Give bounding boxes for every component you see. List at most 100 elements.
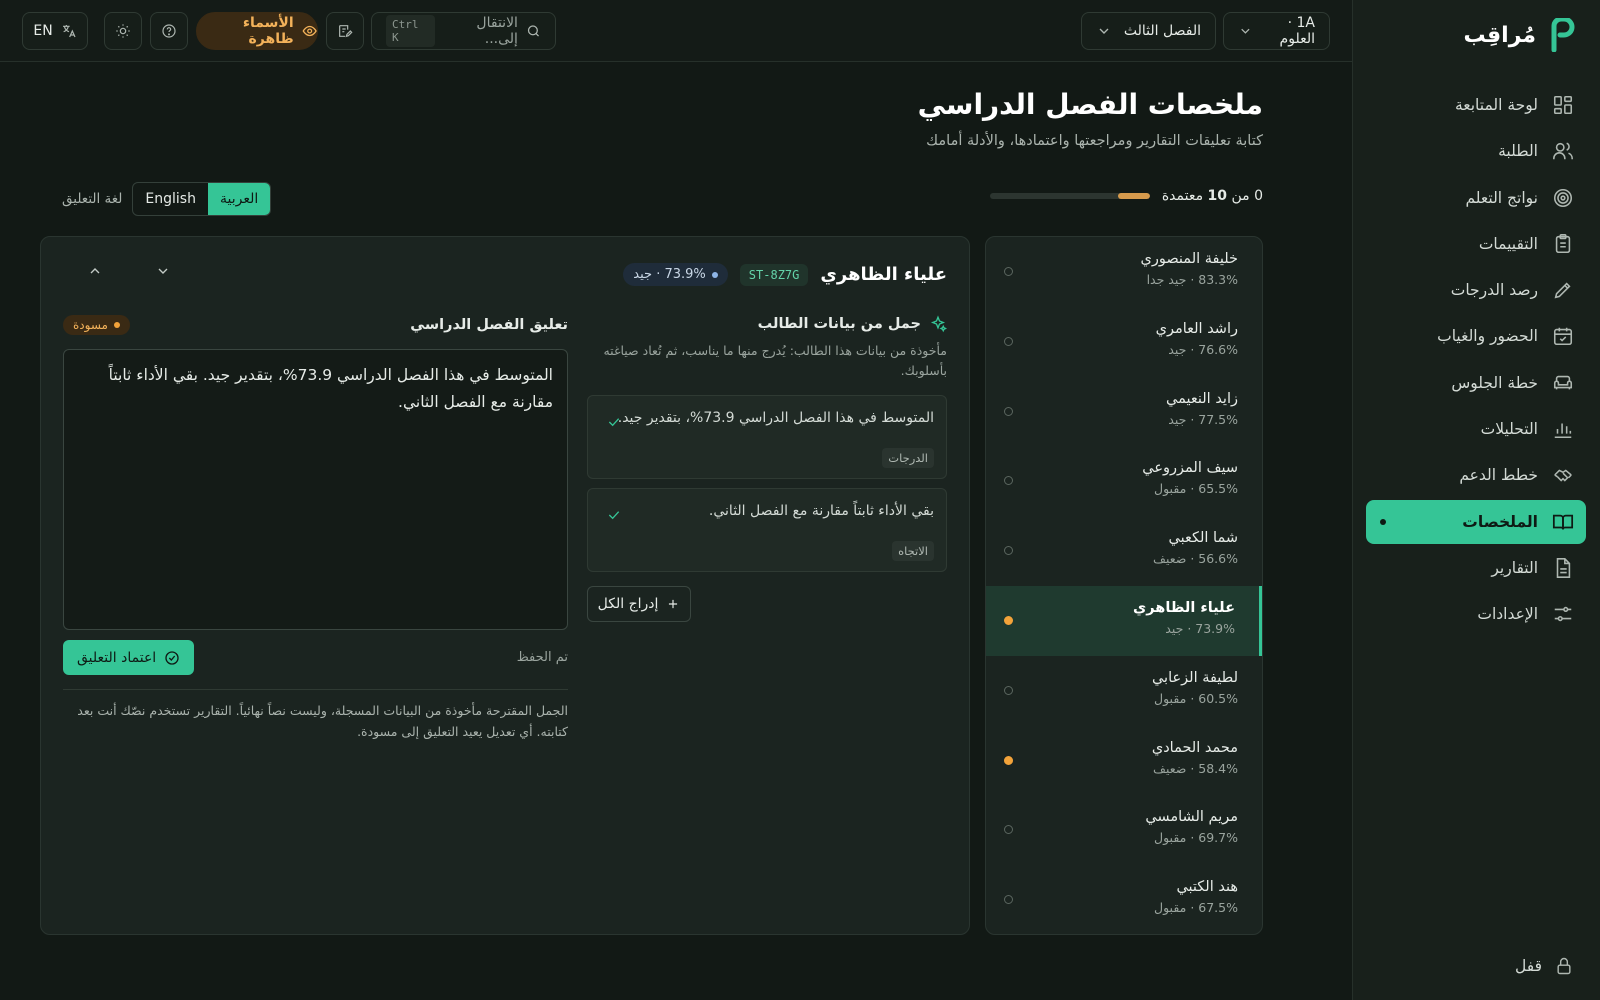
help-button[interactable] xyxy=(150,12,188,50)
student-list-item-active[interactable]: علياء الظاهري 73.9% · جيد xyxy=(986,585,1262,656)
class-select[interactable]: 1A · العلوم xyxy=(1223,12,1330,50)
chevron-down-icon[interactable] xyxy=(155,263,171,279)
bar-chart-icon xyxy=(1554,423,1572,439)
insert-all-label: إدراج الكل xyxy=(597,596,659,612)
check-icon xyxy=(608,511,620,520)
plus-icon xyxy=(669,599,678,609)
grade-dot xyxy=(711,271,718,278)
sidebar-nav: لوحة المتابعة الطلبة نواتج التعلم التقيي… xyxy=(1366,83,1586,639)
check-icon xyxy=(608,418,620,427)
sparkles-icon xyxy=(930,315,947,333)
grade-badge-text: 73.9% · جيد xyxy=(633,267,706,282)
student-name: خليفة المنصوري xyxy=(1140,251,1238,267)
status-dot xyxy=(1004,685,1013,695)
sidebar-item-seating[interactable]: خطة الجلوس xyxy=(1366,361,1586,405)
sidebar-item-reports[interactable]: التقارير xyxy=(1366,546,1586,590)
comment-header: تعليق الفصل الدراسي مسودة xyxy=(63,315,568,335)
language-switch-button[interactable]: EN xyxy=(22,12,88,50)
student-list-item[interactable]: مريم الشامسي 69.7% · مقبول xyxy=(986,795,1262,865)
sidebar-item-label: خطة الجلوس xyxy=(1451,373,1538,392)
suggestions-title: جمل من بيانات الطالب xyxy=(587,315,947,333)
comment-language-control: لغة التعليق English العربية xyxy=(62,182,272,216)
approval-progress-text: 0 من 10 معتمدة xyxy=(1161,188,1263,204)
lock-button[interactable]: قفل xyxy=(1515,956,1574,976)
sidebar-item-settings[interactable]: الإعدادات xyxy=(1366,592,1586,636)
approve-comment-button[interactable]: اعتماد التعليق xyxy=(63,640,195,675)
sidebar-item-dashboard[interactable]: لوحة المتابعة xyxy=(1366,83,1586,127)
app-name: مُراقِب xyxy=(1463,22,1536,48)
draft-dot xyxy=(113,322,120,328)
student-meta: 73.9% · جيد xyxy=(1165,620,1235,636)
sidebar-item-label: التقييمات xyxy=(1478,234,1538,253)
student-list-item[interactable]: راشد العامري 76.6% · جيد xyxy=(986,307,1262,377)
search-shortcut: Ctrl K xyxy=(386,15,436,47)
quick-note-button[interactable] xyxy=(326,12,364,50)
search-input[interactable]: الانتقال إلى... Ctrl K xyxy=(371,12,556,50)
pencil-icon xyxy=(1554,282,1571,299)
sofa-icon xyxy=(1553,375,1573,390)
student-list-item[interactable]: لطيفة الزعابي 60.5% · مقبول xyxy=(986,656,1262,726)
class-select-value: 1A · العلوم xyxy=(1279,15,1315,47)
language-option-arabic[interactable]: العربية xyxy=(207,183,271,215)
student-name: هند الكتبي xyxy=(1176,879,1238,896)
sidebar-item-label: لوحة المتابعة xyxy=(1454,96,1538,114)
sidebar-item-grades[interactable]: رصد الدرجات xyxy=(1366,268,1586,312)
sidebar-item-attendance[interactable]: الحضور والغياب xyxy=(1366,314,1586,358)
sidebar-item-analytics[interactable]: التحليلات xyxy=(1366,407,1586,451)
student-name: راشد العامري xyxy=(1155,320,1238,337)
page-title: ملخصات الفصل الدراسي xyxy=(917,88,1263,121)
status-dot xyxy=(1004,336,1013,346)
status-badge: مسودة xyxy=(63,315,130,335)
sidebar-item-label: الحضور والغياب xyxy=(1437,327,1538,346)
sidebar-item-support[interactable]: خطط الدعم xyxy=(1366,453,1586,497)
student-list: خليفة المنصوري 83.3% · جيد جدا راشد العا… xyxy=(985,236,1263,935)
sidebar-item-assessments[interactable]: التقييمات xyxy=(1366,222,1586,266)
status-dot xyxy=(1004,406,1013,416)
student-list-item[interactable]: هند الكتبي 67.5% · مقبول xyxy=(986,865,1262,934)
approval-progress: 0 من 10 معتمدة xyxy=(989,188,1263,204)
calendar-check-icon xyxy=(1553,328,1573,346)
approval-progress-fill xyxy=(1117,193,1150,199)
lock-label: قفل xyxy=(1515,957,1542,975)
student-meta: 83.3% · جيد جدا xyxy=(1146,272,1238,287)
dashboard-icon xyxy=(1553,95,1573,115)
student-list-item[interactable]: شما الكعبي 56.6% · ضعيف xyxy=(986,516,1262,586)
student-list-item[interactable]: خليفة المنصوري 83.3% · جيد جدا xyxy=(986,237,1262,307)
names-visible-toggle[interactable]: الأسماء ظاهرة xyxy=(196,12,318,50)
search-icon xyxy=(527,25,539,37)
student-list-item[interactable]: زايد النعيمي 77.5% · جيد xyxy=(986,377,1262,447)
student-meta: 60.5% · مقبول xyxy=(1154,690,1238,706)
status-dot-draft xyxy=(1004,755,1013,765)
comment-language-label: لغة التعليق xyxy=(62,191,123,207)
student-name: مريم الشامسي xyxy=(1145,809,1238,826)
comment-textarea[interactable]: المتوسط في هذا الفصل الدراسي 73.9%، بتقد… xyxy=(63,349,568,630)
insert-all-button[interactable]: إدراج الكل xyxy=(587,586,691,622)
term-select-value: الفصل الثالث xyxy=(1123,23,1201,39)
chevron-up-icon[interactable] xyxy=(87,263,103,279)
student-meta: 56.6% · ضعيف xyxy=(1153,551,1238,567)
sidebar-item-label: الملخصات xyxy=(1462,512,1538,531)
theme-toggle-button[interactable] xyxy=(104,12,142,50)
sidebar-item-label: الإعدادات xyxy=(1477,605,1538,624)
suggestion-text: بقي الأداء ثابتاً مقارنة مع الفصل الثاني… xyxy=(708,503,934,519)
sidebar-item-summaries[interactable]: الملخصات xyxy=(1366,499,1586,544)
sidebar-item-outcomes[interactable]: نواتج التعلم xyxy=(1366,176,1586,220)
student-meta: 65.5% · مقبول xyxy=(1154,481,1238,497)
suggestion-item[interactable]: المتوسط في هذا الفصل الدراسي 73.9%، بتقد… xyxy=(587,395,947,479)
book-open-icon xyxy=(1552,514,1574,530)
app-logo[interactable]: مُراقِب xyxy=(1463,18,1578,52)
student-list-item[interactable]: محمد الحمادي 58.4% · ضعيف xyxy=(986,726,1262,796)
suggestion-item[interactable]: بقي الأداء ثابتاً مقارنة مع الفصل الثاني… xyxy=(587,488,947,572)
active-indicator xyxy=(1380,518,1386,525)
chevron-down-icon xyxy=(1241,28,1250,34)
check-circle-icon xyxy=(165,650,179,665)
term-select[interactable]: الفصل الثالث xyxy=(1081,12,1216,50)
translate-icon xyxy=(62,25,76,38)
sliders-icon xyxy=(1554,607,1572,622)
comment-note: الجمل المقترحة مأخوذة من البيانات المسجل… xyxy=(77,703,568,739)
file-text-icon xyxy=(1556,558,1571,578)
users-icon xyxy=(1553,142,1573,160)
student-list-item[interactable]: سيف المزروعي 65.5% · مقبول xyxy=(986,446,1262,516)
language-option-english[interactable]: English xyxy=(133,183,208,215)
sidebar-item-students[interactable]: الطلبة xyxy=(1366,129,1586,173)
